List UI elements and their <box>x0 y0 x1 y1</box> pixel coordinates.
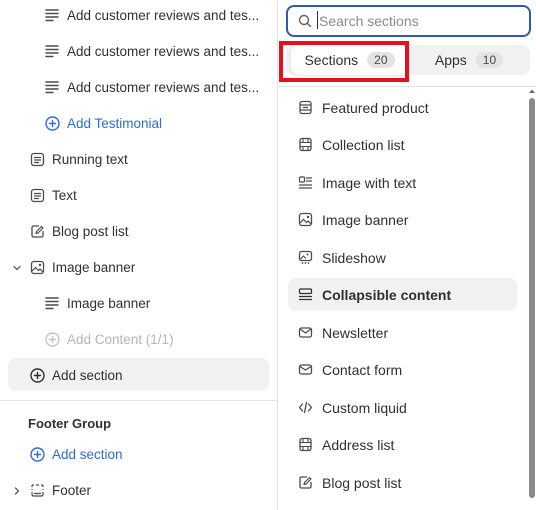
tree-item-label: Text <box>52 187 77 203</box>
divider <box>278 86 536 87</box>
section-option-label: Contact form <box>322 361 403 378</box>
text-lines-icon <box>44 79 60 95</box>
add-content-button: Add Content (1/1) <box>44 321 270 357</box>
tree-item-review-2[interactable]: Add customer reviews and tes... <box>44 33 270 69</box>
section-option-label: Collapsible content <box>322 286 452 303</box>
email-icon <box>298 325 313 340</box>
tree-item-running-text[interactable]: Running text <box>29 141 269 177</box>
section-option-label: Image banner <box>322 211 409 228</box>
email-form-icon <box>298 362 313 377</box>
section-option-collapsible-content[interactable]: Collapsible content <box>288 278 517 311</box>
add-testimonial-label: Add Testimonial <box>67 115 163 131</box>
footer-group-title: Footer Group <box>28 416 112 431</box>
text-lines-icon <box>44 43 60 59</box>
section-option-label: Address list <box>322 436 395 453</box>
chevron-down-icon[interactable] <box>11 262 23 274</box>
search-field[interactable] <box>286 5 531 37</box>
section-option-label: Image with text <box>322 174 417 191</box>
search-input[interactable] <box>319 13 509 29</box>
section-option-label: Featured product <box>322 99 429 116</box>
tree-item-text[interactable]: Text <box>29 177 269 213</box>
tree-item-image-banner-block[interactable]: Image banner <box>44 285 270 321</box>
plus-circle-icon <box>44 331 60 347</box>
image-icon <box>29 259 45 275</box>
tree-item-review-3[interactable]: Add customer reviews and tes... <box>44 69 270 105</box>
scroll-up-arrow[interactable] <box>528 88 536 94</box>
code-icon <box>298 400 313 415</box>
image-with-text-icon <box>298 175 313 190</box>
section-option-label: Blog post list <box>322 474 402 491</box>
tab-apps[interactable]: Apps 10 <box>410 45 528 75</box>
tab-apps-count: 10 <box>475 52 504 68</box>
tree-item-blog-post-list[interactable]: Blog post list <box>29 213 269 249</box>
tab-apps-label: Apps <box>434 52 467 68</box>
chevron-right-icon[interactable] <box>11 485 23 497</box>
add-section-label: Add section <box>52 367 123 383</box>
footer-layout-icon <box>29 482 45 498</box>
section-option-featured-product[interactable]: Featured product <box>288 91 517 124</box>
section-option-image-banner[interactable]: Image banner <box>288 203 517 236</box>
image-icon <box>298 212 313 227</box>
section-tree-panel: Add customer reviews and tes... Add cust… <box>0 0 278 510</box>
tab-bar: Sections 20 Apps 10 <box>286 45 530 75</box>
add-testimonial-button[interactable]: Add Testimonial <box>44 105 270 141</box>
tree-item-footer[interactable]: Footer <box>29 472 269 508</box>
section-picker-popover: Sections 20 Apps 10 Featured product Col… <box>277 0 536 510</box>
tab-sections-count: 20 <box>367 52 395 68</box>
tree-item-review-1[interactable]: Add customer reviews and tes... <box>44 0 270 33</box>
slideshow-icon <box>298 250 313 265</box>
tree-item-label: Add customer reviews and tes... <box>67 7 260 23</box>
section-option-label: Collection list <box>322 136 405 153</box>
tree-item-label: Image banner <box>67 295 151 311</box>
section-option-contact-form[interactable]: Contact form <box>288 353 517 386</box>
tree-item-label: Add customer reviews and tes... <box>67 43 260 59</box>
list-icon <box>298 437 313 452</box>
blog-edit-icon <box>29 223 45 239</box>
section-option-collection-list[interactable]: Collection list <box>288 128 517 161</box>
add-content-label: Add Content (1/1) <box>67 331 174 347</box>
plus-circle-icon <box>29 367 45 383</box>
tab-sections[interactable]: Sections 20 <box>291 45 408 75</box>
section-option-blog-post-list[interactable]: Blog post list <box>288 466 517 499</box>
tree-item-label: Image banner <box>52 259 136 275</box>
divider <box>0 400 277 401</box>
add-section-button[interactable]: Add section <box>29 357 269 393</box>
footer-add-section-button[interactable]: Add section <box>29 436 269 472</box>
text-lines-icon <box>44 295 60 311</box>
tree-item-label: Add customer reviews and tes... <box>67 79 260 95</box>
tab-sections-label: Sections <box>304 52 359 68</box>
collection-icon <box>298 137 313 152</box>
collapsible-icon <box>298 287 313 302</box>
footer-add-section-label: Add section <box>52 446 123 462</box>
tree-item-label: Blog post list <box>52 223 129 239</box>
section-option-label: Slideshow <box>322 249 386 266</box>
tree-item-image-banner[interactable]: Image banner <box>29 249 269 285</box>
scrollbar-thumb[interactable] <box>529 98 535 498</box>
product-icon <box>298 100 313 115</box>
search-icon <box>298 14 312 28</box>
section-option-label: Newsletter <box>322 324 389 341</box>
text-block-icon <box>29 187 45 203</box>
tree-item-label: Running text <box>52 151 128 167</box>
section-option-slideshow[interactable]: Slideshow <box>288 241 517 274</box>
plus-circle-icon <box>44 115 60 131</box>
text-block-icon <box>29 151 45 167</box>
tree-item-label: Footer <box>52 482 92 498</box>
section-option-newsletter[interactable]: Newsletter <box>288 316 517 349</box>
text-caret <box>317 11 318 29</box>
section-option-address-list[interactable]: Address list <box>288 428 517 461</box>
section-option-image-with-text[interactable]: Image with text <box>288 166 517 199</box>
section-option-label: Custom liquid <box>322 399 407 416</box>
blog-edit-icon <box>298 475 313 490</box>
text-lines-icon <box>44 7 60 23</box>
plus-circle-icon <box>29 446 45 462</box>
section-option-custom-liquid[interactable]: Custom liquid <box>288 391 517 424</box>
